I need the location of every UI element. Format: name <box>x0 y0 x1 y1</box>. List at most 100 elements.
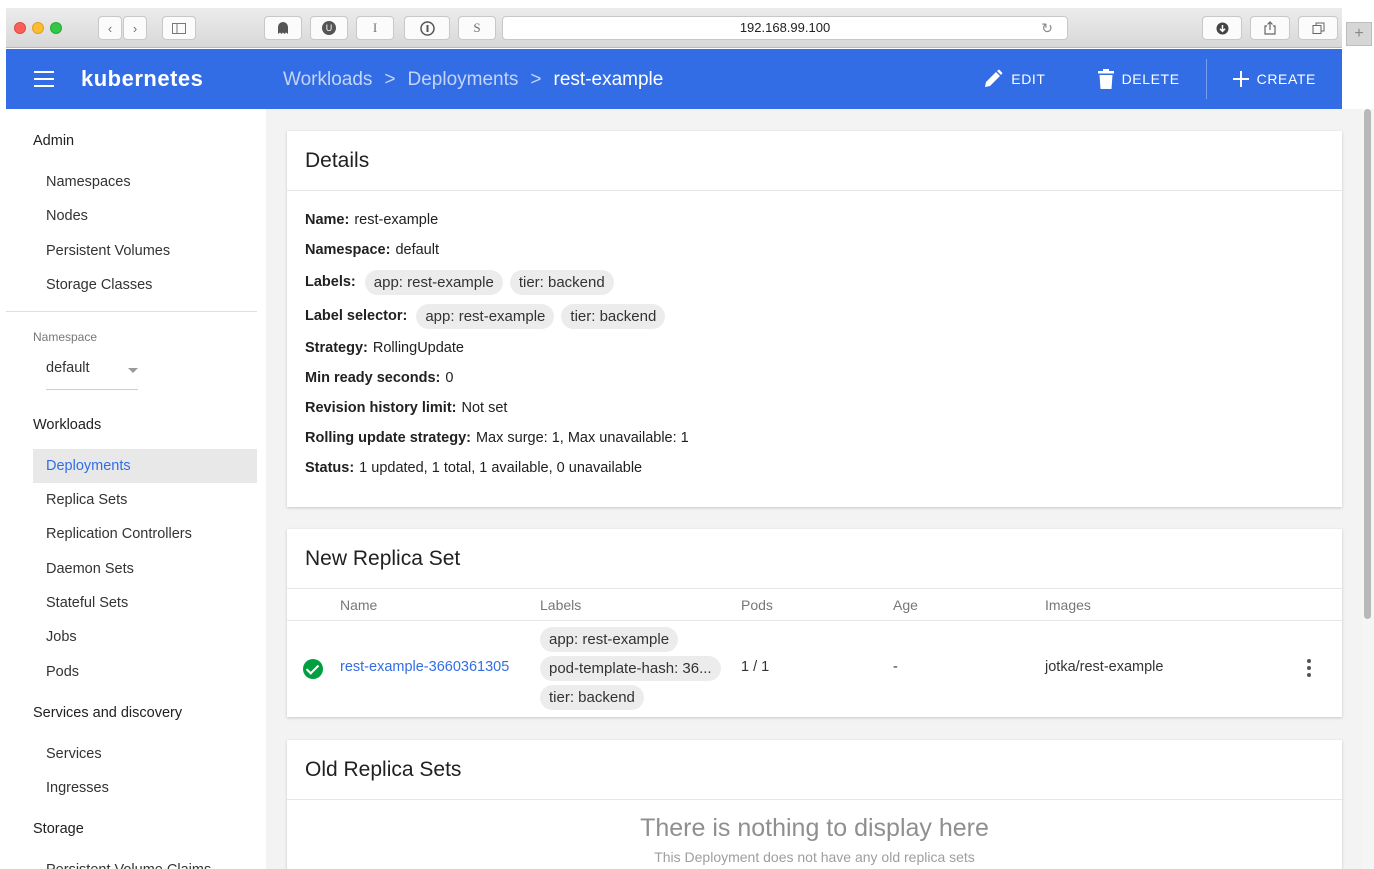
detail-label: Min ready seconds: <box>305 370 441 386</box>
detail-value: RollingUpdate <box>372 340 464 356</box>
sidebar-item-services[interactable]: Services <box>33 737 257 771</box>
detail-value: default <box>395 242 439 258</box>
label-chip: pod-template-hash: 36... <box>540 656 721 681</box>
sidebar-item-daemon-sets[interactable]: Daemon Sets <box>33 552 257 586</box>
sidebar-item-jobs[interactable]: Jobs <box>33 620 257 654</box>
detail-value: Max surge: 1, Max unavailable: 1 <box>475 430 689 446</box>
sidebar-item-nodes[interactable]: Nodes <box>33 199 257 233</box>
sidebar-item-replication-controllers[interactable]: Replication Controllers <box>33 517 257 551</box>
zoom-window-button[interactable] <box>50 22 62 34</box>
detail-label: Status: <box>305 460 355 476</box>
replica-set-pods: 1 / 1 <box>741 659 770 675</box>
detail-label: Revision history limit: <box>305 400 457 416</box>
detail-value: Not set <box>461 400 508 416</box>
detail-label: Name: <box>305 212 350 228</box>
column-name[interactable]: Name <box>340 597 377 613</box>
detail-name-row: Name: rest-example <box>305 205 1324 235</box>
new-tab-button[interactable]: + <box>1346 22 1372 46</box>
browser-toolbar: ‹ › U I S 192.168.99.100 ↻ <box>6 8 1342 48</box>
sidebar-heading-admin[interactable]: Admin <box>33 133 74 149</box>
sidebar-heading-workloads[interactable]: Workloads <box>33 417 101 433</box>
sidebar-toggle-icon[interactable] <box>162 16 196 40</box>
trash-icon <box>1097 69 1114 89</box>
replica-set-name-link[interactable]: rest-example-3660361305 <box>340 659 509 675</box>
downloads-icon[interactable] <box>1202 16 1242 40</box>
scrollbar[interactable] <box>1362 109 1374 869</box>
sidebar-heading-services[interactable]: Services and discovery <box>33 705 182 721</box>
detail-labels-row: Labels: app: rest-example tier: backend <box>305 265 1324 299</box>
replica-set-images: jotka/rest-example <box>1045 659 1164 675</box>
table-header: Name Labels Pods Age Images <box>287 589 1342 621</box>
namespace-value: default <box>46 360 90 376</box>
detail-status-row: Status: 1 updated, 1 total, 1 available,… <box>305 453 1324 483</box>
column-pods: Pods <box>741 597 773 613</box>
sidebar-item-persistent-volume-claims[interactable]: Persistent Volume Claims <box>33 853 257 869</box>
sidebar-heading-storage[interactable]: Storage <box>33 821 84 837</box>
detail-strategy-row: Strategy: RollingUpdate <box>305 333 1324 363</box>
breadcrumb-current: rest-example <box>553 69 664 90</box>
breadcrumb-deployments[interactable]: Deployments <box>408 69 519 91</box>
extension-i-icon[interactable]: I <box>356 16 394 40</box>
address-bar[interactable]: 192.168.99.100 ↻ <box>502 16 1068 40</box>
edit-label: EDIT <box>1011 71 1046 87</box>
sidebar-item-pods[interactable]: Pods <box>33 655 257 689</box>
sidebar-item-persistent-volumes[interactable]: Persistent Volumes <box>33 234 257 268</box>
minimize-window-button[interactable] <box>32 22 44 34</box>
sidebar-divider <box>6 311 257 312</box>
sidebar-item-deployments[interactable]: Deployments <box>33 449 257 483</box>
replica-set-labels: app: rest-example pod-template-hash: 36.… <box>540 627 721 710</box>
tabs-overview-icon[interactable] <box>1298 16 1338 40</box>
old-replica-sets-title: Old Replica Sets <box>287 740 1342 800</box>
share-icon[interactable] <box>1250 16 1290 40</box>
detail-label: Label selector: <box>305 308 408 324</box>
new-replica-set-card: New Replica Set Name Labels Pods Age Ima… <box>287 529 1342 717</box>
detail-label: Rolling update strategy: <box>305 430 471 446</box>
delete-button[interactable]: DELETE <box>1072 61 1206 97</box>
sidebar-item-storage-classes[interactable]: Storage Classes <box>33 268 257 302</box>
details-title: Details <box>287 131 1342 191</box>
more-vert-icon[interactable] <box>1307 659 1313 677</box>
extension-s-icon[interactable]: S <box>458 16 496 40</box>
edit-button[interactable]: EDIT <box>957 61 1071 97</box>
dropdown-arrow-icon <box>128 368 138 373</box>
back-icon[interactable]: ‹ <box>98 16 122 40</box>
detail-label: Labels: <box>305 274 356 290</box>
forward-icon[interactable]: › <box>123 16 147 40</box>
breadcrumb-workloads[interactable]: Workloads <box>283 69 372 91</box>
extension-ghost-icon[interactable] <box>264 16 302 40</box>
app-header: kubernetes Workloads > Deployments > res… <box>6 49 1342 109</box>
column-age[interactable]: Age <box>893 597 918 613</box>
detail-namespace-row: Namespace: default <box>305 235 1324 265</box>
breadcrumb-separator: > <box>384 69 396 90</box>
detail-value: 0 <box>445 370 454 386</box>
scrollbar-thumb[interactable] <box>1364 109 1371 619</box>
new-replica-set-title: New Replica Set <box>287 529 1342 589</box>
breadcrumb: Workloads > Deployments > rest-example <box>283 69 663 91</box>
column-images: Images <box>1045 597 1091 613</box>
header-actions: EDIT DELETE CREATE <box>957 49 1342 109</box>
namespace-label: Namespace <box>33 330 98 344</box>
label-chip: tier: backend <box>540 685 644 710</box>
reload-icon[interactable]: ↻ <box>1041 17 1053 39</box>
menu-icon[interactable] <box>34 71 54 87</box>
extension-password-icon[interactable] <box>404 16 450 40</box>
replica-set-age: - <box>893 659 898 675</box>
breadcrumb-separator: > <box>530 69 542 90</box>
close-window-button[interactable] <box>14 22 26 34</box>
sidebar-item-replica-sets[interactable]: Replica Sets <box>33 483 257 517</box>
old-replica-sets-card: Old Replica Sets There is nothing to dis… <box>287 740 1342 869</box>
sidebar-item-stateful-sets[interactable]: Stateful Sets <box>33 586 257 620</box>
sidebar-item-namespaces[interactable]: Namespaces <box>33 165 257 199</box>
url-text: 192.168.99.100 <box>739 20 831 35</box>
create-button[interactable]: CREATE <box>1207 61 1342 97</box>
detail-value: 1 updated, 1 total, 1 available, 0 unava… <box>359 460 643 476</box>
check-circle-icon <box>303 659 323 679</box>
sidebar-item-ingresses[interactable]: Ingresses <box>33 771 257 805</box>
detail-min-ready-row: Min ready seconds: 0 <box>305 363 1324 393</box>
extension-u-icon[interactable]: U <box>310 16 348 40</box>
detail-label: Namespace: <box>305 242 391 258</box>
selector-chip: tier: backend <box>561 303 666 329</box>
empty-state-title: There is nothing to display here <box>640 814 989 842</box>
namespace-select[interactable]: default <box>46 360 138 390</box>
brand-logo-text[interactable]: kubernetes <box>81 66 203 92</box>
